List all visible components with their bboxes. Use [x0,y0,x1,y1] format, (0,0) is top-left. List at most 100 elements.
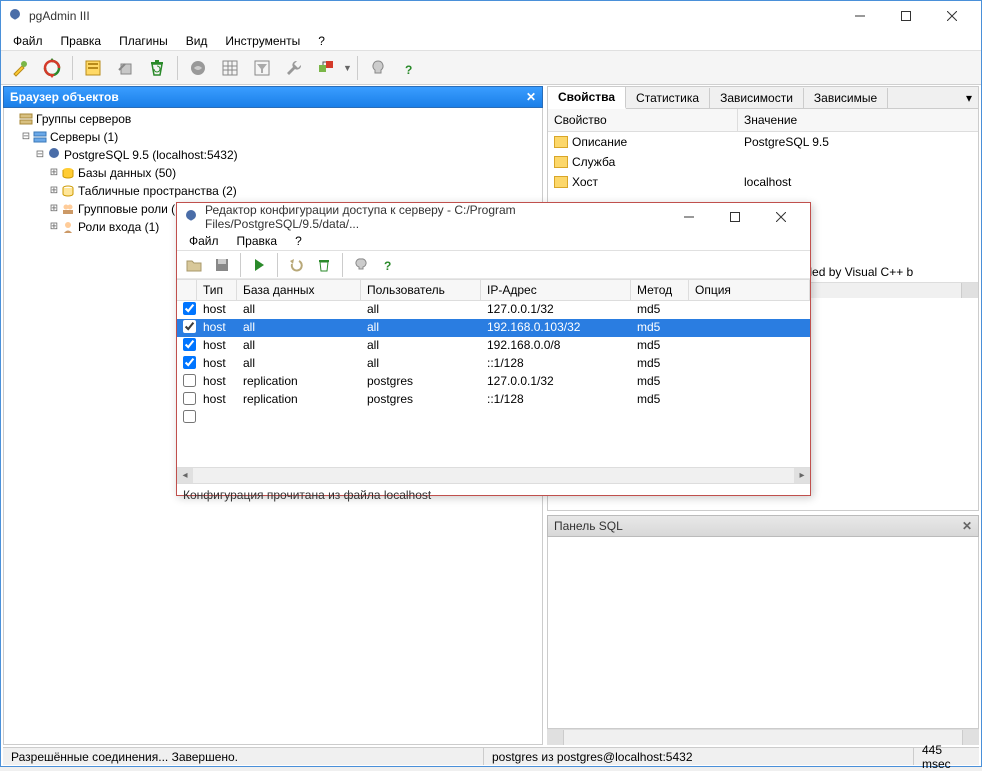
prop-col-value[interactable]: Значение [738,109,803,131]
help-icon[interactable]: ? [395,53,425,83]
sql-icon[interactable] [183,53,213,83]
sql-hscrollbar[interactable] [547,729,979,745]
tree-expander-icon[interactable]: ⊞ [48,183,60,199]
hba-row[interactable]: hostreplicationpostgres127.0.0.1/32md5 [177,373,810,391]
tab-properties[interactable]: Свойства [548,87,626,109]
properties-icon[interactable] [78,53,108,83]
menu-help[interactable]: ? [310,32,333,50]
properties-tabs: Свойства Статистика Зависимости Зависимы… [547,86,979,109]
col-database[interactable]: База данных [237,280,361,300]
dialog-undo-icon[interactable] [283,253,309,277]
hba-type: host [197,373,237,391]
refresh-icon[interactable] [37,53,67,83]
maximize-button[interactable] [883,1,929,31]
tab-dependents[interactable]: Зависимые [804,88,888,108]
hba-row-checkbox[interactable] [183,338,196,351]
tree-item[interactable]: ⊞Табличные пространства (2) [6,182,540,200]
grid-icon[interactable] [215,53,245,83]
dialog-close-button[interactable] [758,202,804,232]
menu-edit[interactable]: Правка [53,32,110,50]
hba-row-checkbox[interactable] [183,374,196,387]
hba-row-checkbox[interactable] [183,410,196,423]
hba-ip: ::1/128 [481,355,631,373]
tree-expander-icon[interactable]: ⊞ [48,201,60,217]
hba-type: host [197,319,237,337]
menu-tools[interactable]: Инструменты [217,32,308,50]
hba-ip: 192.168.0.0/8 [481,337,631,355]
tree-expander-icon[interactable]: ⊞ [48,219,60,235]
property-row[interactable]: Служба [548,152,978,172]
tree-item[interactable]: ⊟Серверы (1) [6,128,540,146]
filter-icon[interactable] [247,53,277,83]
dialog-run-icon[interactable] [246,253,272,277]
menu-view[interactable]: Вид [178,32,216,50]
dialog-menu-edit[interactable]: Правка [229,232,286,250]
col-type[interactable]: Тип [197,280,237,300]
tree-item[interactable]: ⊟PostgreSQL 9.5 (localhost:5432) [6,146,540,164]
col-option[interactable]: Опция [689,280,810,300]
menu-file[interactable]: Файл [5,32,51,50]
tab-dependencies[interactable]: Зависимости [710,88,804,108]
tree-expander-icon[interactable]: ⊟ [34,147,46,163]
minimize-button[interactable] [837,1,883,31]
col-ip[interactable]: IP-Адрес [481,280,631,300]
tree-expander-icon[interactable]: ⊞ [48,165,60,181]
sql-editor[interactable] [547,537,979,729]
hba-row-checkbox[interactable] [183,392,196,405]
hba-database: all [237,355,361,373]
hint-icon[interactable] [363,53,393,83]
dialog-maximize-button[interactable] [712,202,758,232]
delete-icon[interactable] [142,53,172,83]
close-button[interactable] [929,1,975,31]
dialog-menu-help[interactable]: ? [287,232,310,250]
dialog-help-icon[interactable]: ? [376,253,402,277]
hba-row-checkbox[interactable] [183,356,196,369]
dialog-save-icon[interactable] [209,253,235,277]
prop-col-name[interactable]: Свойство [548,109,738,131]
dialog-open-icon[interactable] [181,253,207,277]
hba-row[interactable]: hostallall::1/128md5 [177,355,810,373]
dialog-trash-icon[interactable] [311,253,337,277]
tree-item[interactable]: ⊞ Базы данных (50) [6,164,540,182]
dialog-hint-icon[interactable] [348,253,374,277]
server-group-icon [18,112,34,126]
object-browser-close-icon[interactable]: ✕ [526,90,536,104]
hba-row-checkbox[interactable] [183,302,196,315]
hba-grid[interactable]: Тип База данных Пользователь IP-Адрес Ме… [177,279,810,467]
menu-plugins[interactable]: Плагины [111,32,176,50]
plugins-icon[interactable] [311,53,341,83]
hba-option [689,391,810,409]
sql-panel-close-icon[interactable]: ✕ [962,519,972,533]
maintenance-icon[interactable] [279,53,309,83]
hba-row[interactable]: hostallall192.168.0.103/32md5 [177,319,810,337]
hba-option [689,301,810,319]
hba-type: host [197,337,237,355]
hba-type: host [197,301,237,319]
tree-expander-icon[interactable]: ⊟ [20,129,32,145]
dialog-menu-file[interactable]: Файл [181,232,227,250]
property-icon [554,176,568,188]
dialog-hscrollbar[interactable]: ◂▸ [177,467,810,483]
hba-row-checkbox[interactable] [183,320,196,333]
hba-row[interactable]: hostreplicationpostgres::1/128md5 [177,391,810,409]
hba-row[interactable]: hostallall127.0.0.1/32md5 [177,301,810,319]
col-user[interactable]: Пользователь [361,280,481,300]
new-object-icon[interactable] [110,53,140,83]
tab-statistics[interactable]: Статистика [626,88,710,108]
object-browser-header: Браузер объектов ✕ [3,86,543,108]
tree-item[interactable]: Группы серверов [6,110,540,128]
hba-row[interactable]: hostallall192.168.0.0/8md5 [177,337,810,355]
hba-row[interactable] [177,409,810,427]
connect-icon[interactable] [5,53,35,83]
property-row[interactable]: Хостlocalhost [548,172,978,192]
hba-user: all [361,301,481,319]
col-method[interactable]: Метод [631,280,689,300]
dialog-minimize-button[interactable] [666,202,712,232]
property-row[interactable]: ОписаниеPostgreSQL 9.5 [548,132,978,152]
tablespace-icon [60,184,76,198]
dialog-titlebar[interactable]: Редактор конфигурации доступа к серверу … [177,203,810,231]
tree-item-label: Базы данных (50) [78,165,176,181]
tabs-dropdown-icon[interactable]: ▾ [960,91,978,105]
hba-grid-header: Тип База данных Пользователь IP-Адрес Ме… [177,279,810,301]
dialog-menubar: Файл Правка ? [177,231,810,251]
